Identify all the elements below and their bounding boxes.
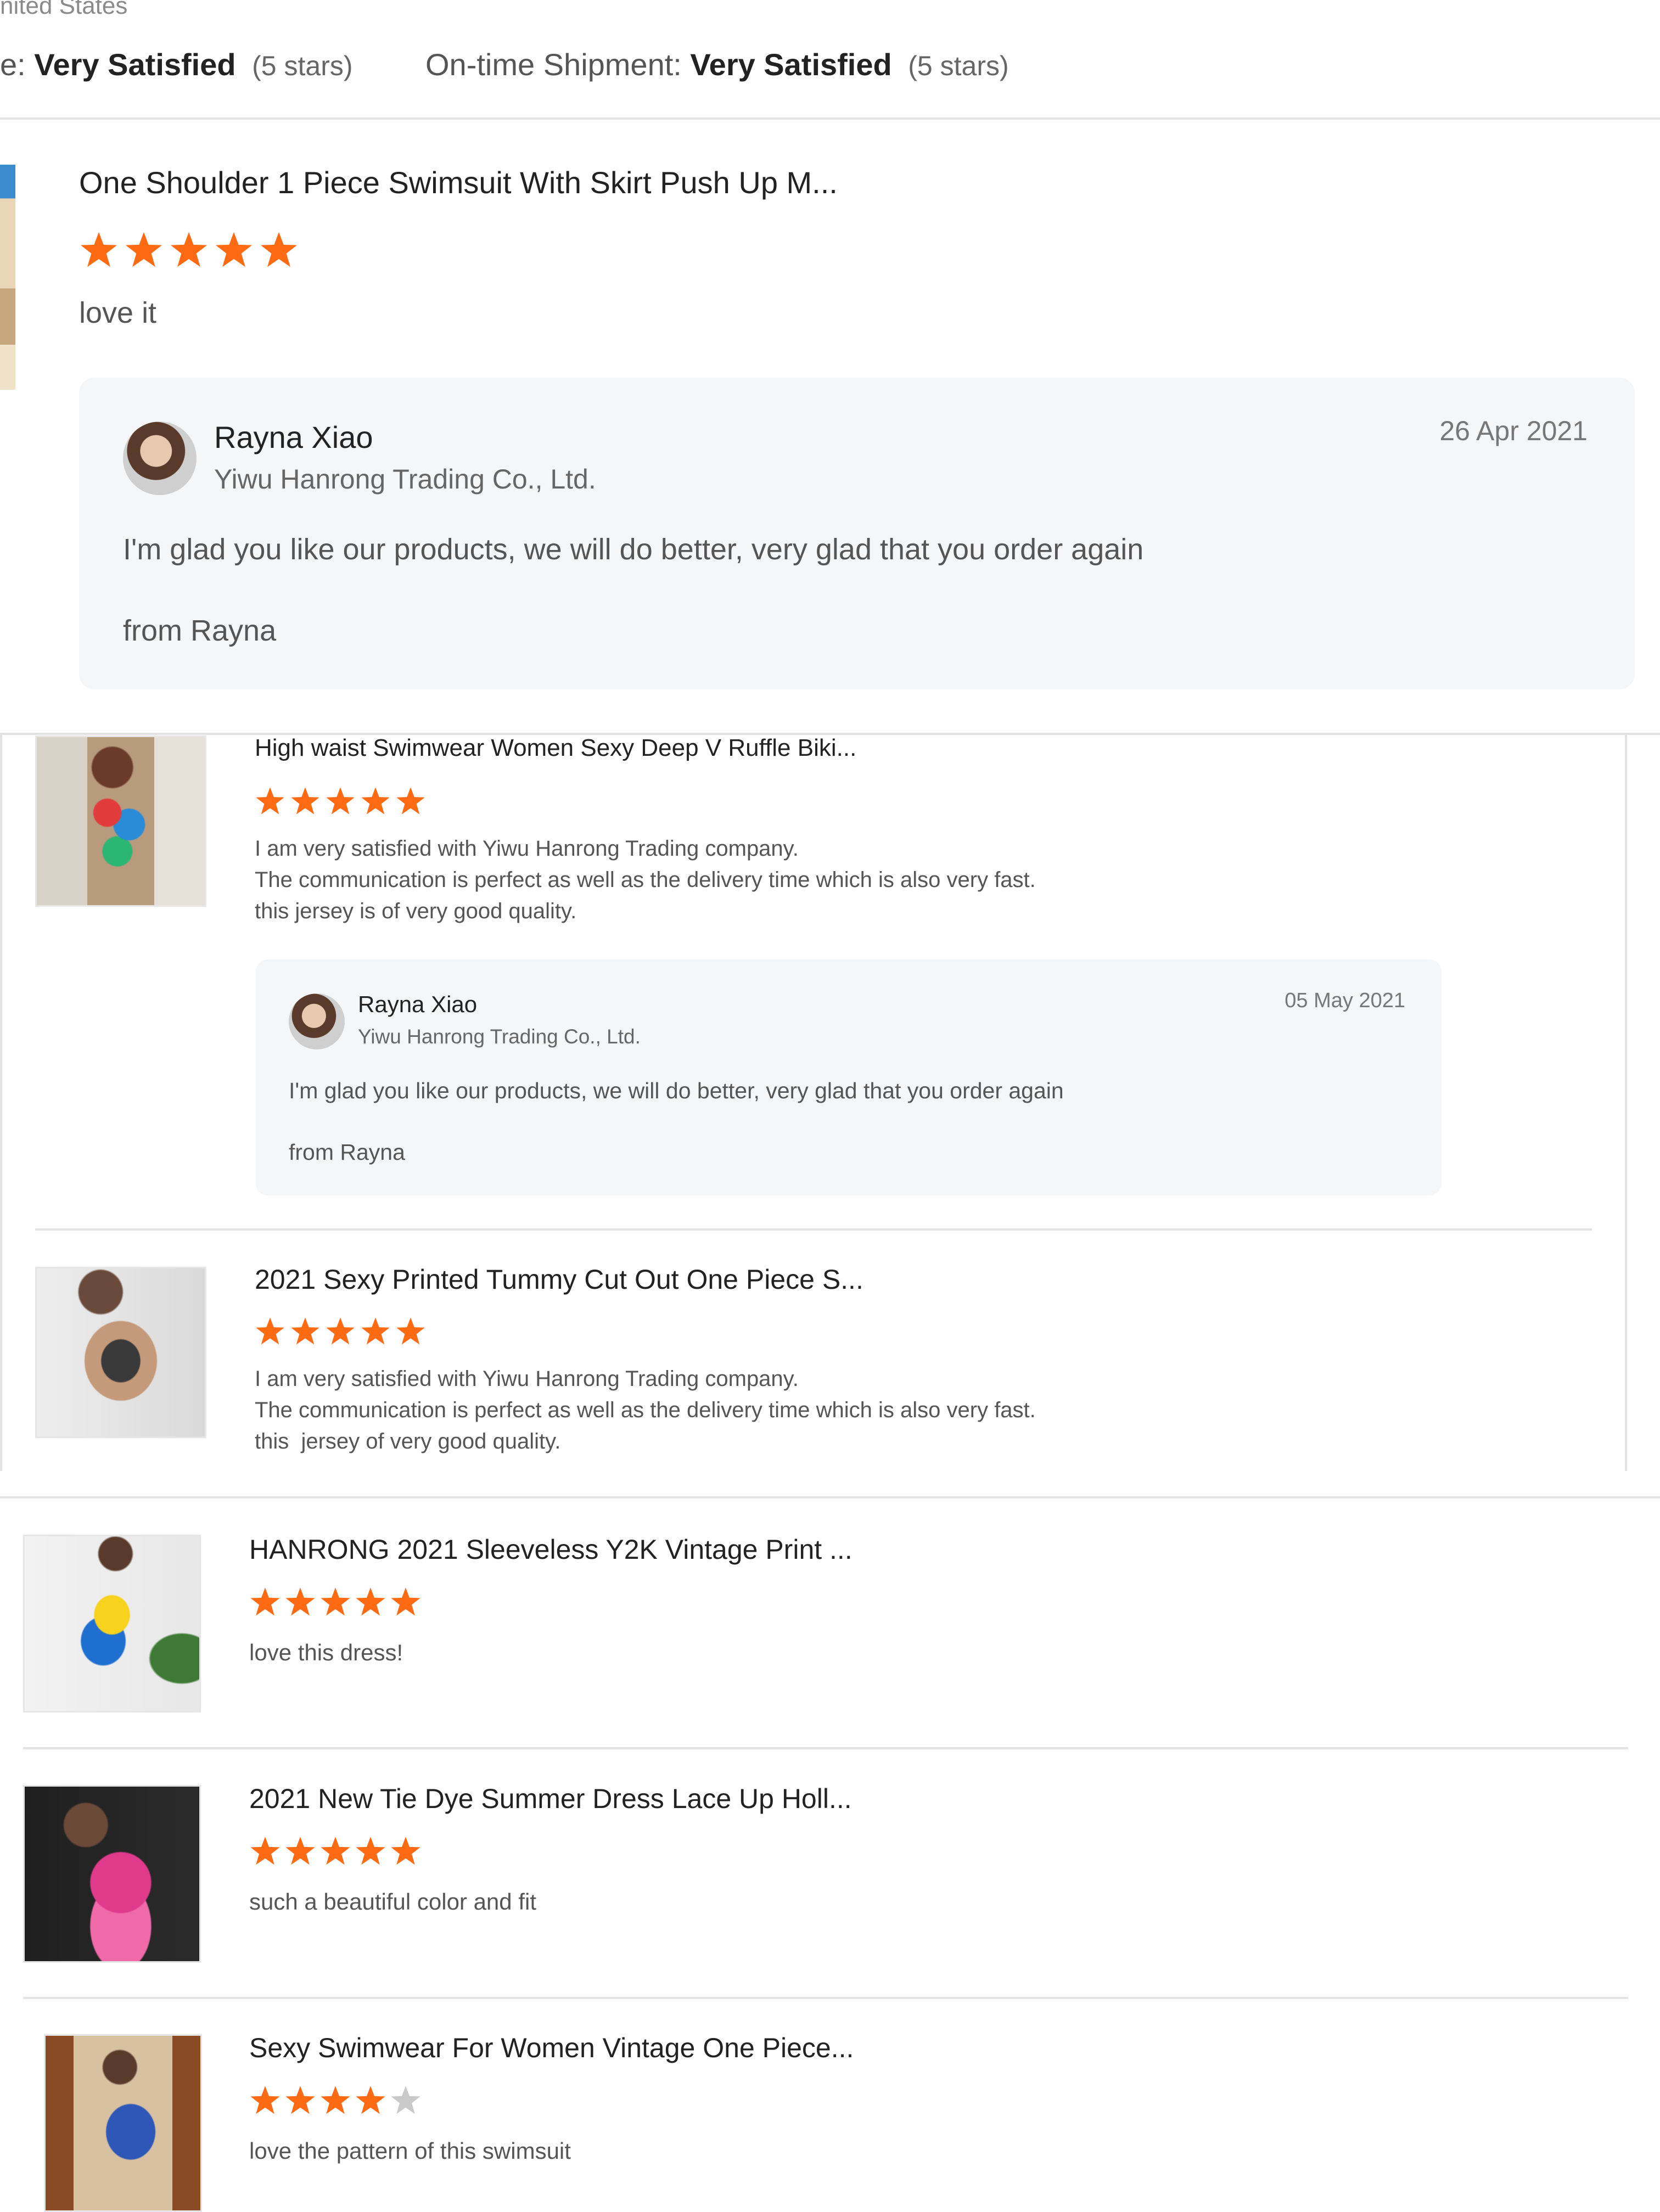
star-filled-icon: [215, 232, 253, 267]
review-text: love it: [79, 294, 156, 332]
shipment-rating-item: On-time Shipment: Very Satisfied (5 star…: [425, 47, 1009, 82]
avatar: [289, 993, 345, 1049]
star-filled-icon: [285, 2086, 315, 2114]
star-filled-icon: [80, 232, 117, 267]
rating-label: e:: [0, 47, 26, 82]
review-text: I am very satisfied with Yiwu Hanrong Tr…: [255, 1363, 1036, 1457]
review-text-line: I am very satisfied with Yiwu Hanrong Tr…: [255, 1367, 799, 1391]
review-text-line: this jersey of very good quality.: [255, 1429, 561, 1453]
star-filled-icon: [356, 1587, 385, 1616]
product-title[interactable]: Sexy Swimwear For Women Vintage One Piec…: [249, 2032, 854, 2064]
star-filled-icon: [321, 1587, 350, 1616]
reply-signature: from Rayna: [289, 1139, 405, 1165]
review-text-line: I am very satisfied with Yiwu Hanrong Tr…: [255, 836, 799, 861]
rating-stars: [249, 1835, 425, 1867]
rating-stars: [255, 1316, 430, 1347]
rating-stars: [255, 786, 430, 817]
reply-message: I'm glad you like our products, we will …: [123, 533, 1144, 566]
review-text-line: such a beautiful color and fit: [249, 1889, 536, 1915]
star-filled-icon: [170, 232, 208, 267]
product-thumbnail[interactable]: [23, 1785, 201, 1963]
store-rating-item: e: Very Satisfied (5 stars): [0, 47, 353, 82]
star-filled-icon: [321, 1837, 350, 1865]
avatar: [123, 422, 197, 495]
seller-company: Yiwu Hanrong Trading Co., Ltd.: [358, 1025, 641, 1048]
reply-signature: from Rayna: [123, 614, 277, 647]
rating-stars: [249, 2085, 425, 2116]
review-text: I am very satisfied with Yiwu Hanrong Tr…: [255, 833, 1036, 927]
seller-name: Rayna Xiao: [358, 991, 478, 1017]
review-text: love the pattern of this swimsuit: [249, 2135, 571, 2166]
review-text: love this dress!: [249, 1637, 403, 1668]
divider: [0, 1496, 1660, 1498]
review-text: such a beautiful color and fit: [249, 1886, 536, 1917]
star-filled-icon: [125, 232, 162, 267]
star-filled-icon: [396, 1317, 425, 1345]
review-text-line: The communication is perfect as well as …: [255, 1398, 1036, 1422]
product-thumbnail[interactable]: [35, 1267, 206, 1438]
star-filled-icon: [326, 1317, 355, 1345]
star-filled-icon: [361, 787, 390, 815]
review-text-line: love it: [79, 296, 157, 329]
review-frame-left-border: [0, 733, 2, 1471]
star-filled-icon: [291, 787, 319, 815]
divider: [23, 1997, 1628, 1999]
divider: [35, 1228, 1592, 1231]
divider: [23, 1747, 1628, 1749]
star-filled-icon: [321, 2086, 350, 2114]
product-thumbnail[interactable]: [0, 165, 15, 390]
star-filled-icon: [256, 787, 284, 815]
review-text-line: love the pattern of this swimsuit: [249, 2138, 571, 2164]
star-filled-icon: [250, 1587, 280, 1616]
reply-message: I'm glad you like our products, we will …: [289, 1078, 1064, 1103]
rating-value: Very Satisfied: [690, 47, 892, 82]
star-filled-icon: [285, 1587, 315, 1616]
review-text-line: love this dress!: [249, 1640, 403, 1665]
star-filled-icon: [356, 1837, 385, 1865]
star-filled-icon: [291, 1317, 319, 1345]
star-filled-icon: [356, 2086, 385, 2114]
rating-value: Very Satisfied: [34, 47, 236, 82]
product-title[interactable]: One Shoulder 1 Piece Swimsuit With Skirt…: [79, 165, 838, 200]
rating-stars-text: (5 stars): [908, 50, 1009, 81]
product-title[interactable]: High waist Swimwear Women Sexy Deep V Ru…: [255, 734, 856, 762]
seller-reply: Rayna Xiao Yiwu Hanrong Trading Co., Ltd…: [79, 378, 1635, 689]
seller-reply: Rayna Xiao Yiwu Hanrong Trading Co., Ltd…: [256, 959, 1442, 1195]
seller-company: Yiwu Hanrong Trading Co., Ltd.: [214, 464, 596, 495]
product-thumbnail[interactable]: [23, 1535, 201, 1713]
rating-stars: [79, 231, 304, 270]
star-filled-icon: [391, 1587, 420, 1616]
review-text-line: The communication is perfect as well as …: [255, 868, 1036, 892]
product-title[interactable]: 2021 Sexy Printed Tummy Cut Out One Piec…: [255, 1264, 863, 1295]
header-country: nited States: [0, 0, 128, 19]
product-thumbnail[interactable]: [35, 736, 206, 907]
star-filled-icon: [256, 1317, 284, 1345]
star-filled-icon: [361, 1317, 390, 1345]
review-frame-right-border: [1625, 733, 1627, 1471]
star-filled-icon: [326, 787, 355, 815]
seller-name: Rayna Xiao: [214, 420, 373, 454]
rating-stars: [249, 1586, 425, 1618]
review-text-line: this jersey is of very good quality.: [255, 899, 577, 923]
reply-date: 26 Apr 2021: [1439, 416, 1588, 446]
star-filled-icon: [396, 787, 425, 815]
reply-date: 05 May 2021: [1285, 989, 1405, 1012]
rating-label: On-time Shipment:: [425, 47, 682, 82]
divider: [0, 117, 1660, 120]
star-empty-icon: [391, 2086, 420, 2114]
rating-stars-text: (5 stars): [252, 50, 353, 81]
product-title[interactable]: HANRONG 2021 Sleeveless Y2K Vintage Prin…: [249, 1534, 853, 1565]
product-thumbnail[interactable]: [44, 2034, 202, 2212]
star-filled-icon: [250, 2086, 280, 2114]
star-filled-icon: [250, 1837, 280, 1865]
product-title[interactable]: 2021 New Tie Dye Summer Dress Lace Up Ho…: [249, 1783, 852, 1815]
star-filled-icon: [260, 232, 298, 267]
star-filled-icon: [391, 1837, 420, 1865]
star-filled-icon: [285, 1837, 315, 1865]
